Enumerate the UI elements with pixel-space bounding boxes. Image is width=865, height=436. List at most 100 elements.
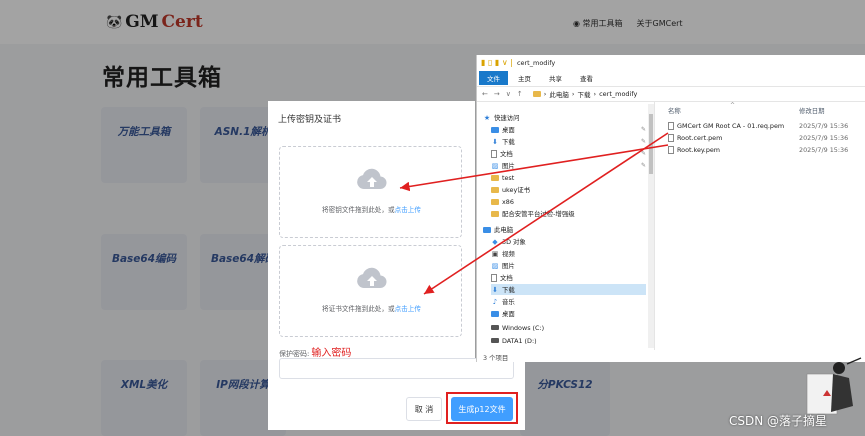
file-name: Root.key.pem xyxy=(677,146,721,154)
nav-label: 桌面 xyxy=(502,126,515,134)
breadcrumb-cert-modify[interactable]: cert_modify xyxy=(599,90,637,98)
nav-this-pc[interactable]: 此电脑 xyxy=(483,224,513,235)
nav-label: 图片 xyxy=(502,262,515,270)
column-name[interactable]: 名称 xyxy=(668,106,681,115)
pin-icon[interactable]: ✎ xyxy=(641,126,646,133)
cert-upload-dropzone[interactable]: 将证书文件拖到此处，或点击上传 xyxy=(279,245,462,337)
pin-icon[interactable]: ✎ xyxy=(641,162,646,169)
generate-p12-button[interactable]: 生成p12文件 xyxy=(451,397,513,421)
nav-music[interactable]: ♪ 音乐 xyxy=(491,296,515,307)
key-upload-dropzone[interactable]: 将密钥文件拖到此处，或点击上传 xyxy=(279,146,462,238)
download-icon: ⬇ xyxy=(492,137,498,146)
nav-label: test xyxy=(502,173,515,182)
nav-label: 文档 xyxy=(500,274,513,282)
nav-scrollbar[interactable] xyxy=(648,104,654,348)
folder-icon xyxy=(491,198,499,205)
cancel-button[interactable]: 取 消 xyxy=(406,397,442,421)
file-explorer-window: ▮ ▯ ▮ ∨ | cert_modify 文件 主页 共享 查看 ← → ∨ … xyxy=(476,55,865,362)
password-label: 保护密码: xyxy=(279,350,310,358)
file-date: 2025/7/9 15:36 xyxy=(799,146,849,154)
pin-icon[interactable]: ✎ xyxy=(641,150,646,157)
folder-icon xyxy=(532,91,541,97)
cert-upload-link[interactable]: 点击上传 xyxy=(395,305,421,313)
video-icon: ▣ xyxy=(491,249,499,258)
navigation-pane: ★ 快速访问 桌面 ✎ ⬇ 下载 ✎ 文档 ✎ ▨ 图片 ✎ test ukey证书 … xyxy=(477,102,655,350)
nav-pc-downloads[interactable]: ⬇ 下载 xyxy=(491,284,646,295)
nav-label: DATA1 (D:) xyxy=(502,336,537,345)
breadcrumb-separator: › xyxy=(593,90,597,98)
nav-label: 音乐 xyxy=(502,298,515,306)
nav-x86[interactable]: x86 xyxy=(491,196,514,207)
explorer-title: cert_modify xyxy=(516,58,556,67)
breadcrumb-this-pc[interactable]: 此电脑 xyxy=(549,89,569,99)
nav-label: ukey证书 xyxy=(502,186,531,194)
forward-arrow-icon[interactable]: → xyxy=(494,90,500,98)
file-name: GMCert GM Root CA - 01.req.pem xyxy=(677,122,785,130)
recent-chevron-icon[interactable]: ∨ xyxy=(506,90,511,98)
nav-drive-d[interactable]: DATA1 (D:) xyxy=(491,335,537,346)
nav-videos[interactable]: ▣ 视频 xyxy=(491,248,515,259)
key-upload-link[interactable]: 点击上传 xyxy=(395,206,421,214)
column-date[interactable]: 修改日期 xyxy=(799,106,825,115)
nav-label: 下载 xyxy=(502,286,515,294)
file-row[interactable]: GMCert GM Root CA - 01.req.pem xyxy=(668,121,784,131)
nav-documents[interactable]: 文档 xyxy=(491,148,513,159)
up-arrow-icon[interactable]: ↑ xyxy=(517,90,523,98)
nav-test[interactable]: test xyxy=(491,172,514,183)
drive-icon xyxy=(491,325,499,330)
upload-cloud-icon xyxy=(357,267,387,289)
nav-label: Windows (C:) xyxy=(502,323,545,332)
explorer-titlebar: ▮ ▯ ▮ ∨ | cert_modify xyxy=(477,55,865,70)
author-avatar xyxy=(806,357,862,415)
status-bar: 3 个项目 xyxy=(483,354,509,362)
sort-caret-icon[interactable]: ^ xyxy=(730,102,735,109)
explorer-ribbon: 文件 主页 共享 查看 xyxy=(477,70,865,85)
file-row[interactable]: Root.key.pem xyxy=(668,145,720,155)
cube-icon: ◆ xyxy=(492,237,498,246)
computer-icon xyxy=(483,226,491,233)
csdn-watermark: CSDN @落子摘星 xyxy=(729,414,828,428)
picture-icon: ▨ xyxy=(491,261,499,270)
download-icon: ⬇ xyxy=(492,285,498,294)
nav-downloads[interactable]: ⬇ 下载 xyxy=(491,136,515,147)
star-icon: ★ xyxy=(483,113,491,122)
drive-icon xyxy=(491,338,499,343)
nav-pc-documents[interactable]: 文档 xyxy=(491,272,513,283)
file-row[interactable]: Root.cert.pem xyxy=(668,133,722,143)
nav-label: 图片 xyxy=(502,162,515,170)
desktop-icon xyxy=(491,126,499,133)
nav-label: 视频 xyxy=(502,250,515,258)
quick-access-toolbar-icon[interactable]: ▮ ▯ ▮ ∨ | xyxy=(481,58,513,67)
breadcrumb[interactable]: › 此电脑 › 下载 › cert_modify xyxy=(532,89,637,99)
nav-3d-objects[interactable]: ◆ 3D 对象 xyxy=(491,236,526,247)
ribbon-tab-file[interactable]: 文件 xyxy=(479,70,508,85)
key-upload-text: 将密钥文件拖到此处，或点击上传 xyxy=(280,204,463,214)
back-arrow-icon[interactable]: ← xyxy=(482,90,488,98)
ribbon-tab-home[interactable]: 主页 xyxy=(510,71,539,85)
nav-drive-c[interactable]: Windows (C:) xyxy=(491,322,544,333)
breadcrumb-downloads[interactable]: 下载 xyxy=(577,89,590,99)
desktop-icon xyxy=(491,310,499,317)
file-date: 2025/7/9 15:36 xyxy=(799,134,849,142)
ribbon-tab-view[interactable]: 查看 xyxy=(572,71,601,85)
nav-pictures[interactable]: ▨ 图片 xyxy=(491,160,515,171)
scrollbar-thumb[interactable] xyxy=(649,114,653,174)
file-list: ^ 名称 修改日期 GMCert GM Root CA - 01.req.pem… xyxy=(656,102,865,350)
nav-pc-pictures[interactable]: ▨ 图片 xyxy=(491,260,515,271)
cert-upload-text: 将证书文件拖到此处，或点击上传 xyxy=(280,303,463,313)
nav-label: 文档 xyxy=(500,150,513,158)
nav-label: 快速访问 xyxy=(494,114,520,122)
nav-desktop[interactable]: 桌面 xyxy=(491,124,515,135)
nav-pc-desktop[interactable]: 桌面 xyxy=(491,308,515,319)
ribbon-tab-share[interactable]: 共享 xyxy=(541,71,570,85)
nav-ukey[interactable]: ukey证书 xyxy=(491,184,530,195)
picture-icon: ▨ xyxy=(491,161,499,170)
nav-label: 配合安管平台过检-增强级 xyxy=(502,210,575,218)
file-icon xyxy=(668,122,674,130)
address-bar: ← → ∨ ↑ › 此电脑 › 下载 › cert_modify xyxy=(477,86,865,102)
pin-icon[interactable]: ✎ xyxy=(641,138,646,145)
nav-label: 桌面 xyxy=(502,310,515,318)
nav-security-platform[interactable]: 配合安管平台过检-增强级 xyxy=(491,208,575,219)
key-upload-hint: 将密钥文件拖到此处，或 xyxy=(322,206,395,214)
nav-quick-access[interactable]: ★ 快速访问 xyxy=(483,112,520,123)
